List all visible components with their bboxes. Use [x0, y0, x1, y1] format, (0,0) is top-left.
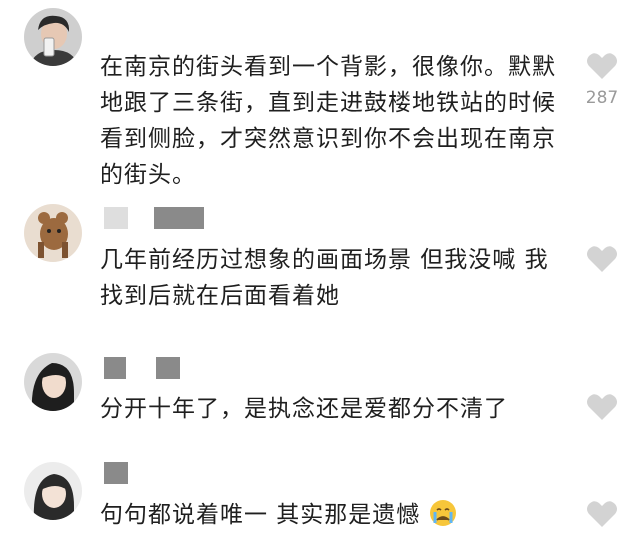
comment-text-content: 句句都说着唯一 其实那是遗憾 [100, 502, 421, 528]
heart-icon [587, 53, 617, 79]
avatar[interactable] [24, 204, 82, 262]
heart-icon [587, 501, 617, 527]
heart-icon [587, 394, 617, 420]
avatar[interactable] [24, 353, 82, 411]
avatar[interactable] [24, 8, 82, 66]
comment-text: 在南京的街头看到一个背影，很像你。默默地跟了三条街，直到走进鼓楼地铁站的时候看到… [100, 54, 556, 188]
comment-text: 句句都说着唯一 其实那是遗憾 [100, 497, 570, 533]
like-button[interactable]: 287 [582, 52, 622, 108]
like-button[interactable] [582, 245, 622, 273]
comment-text: 几年前经历过想象的画面场景 但我没喊 我找到后就在后面看着她 [100, 247, 549, 309]
like-button[interactable] [582, 393, 622, 421]
crying-face-icon [429, 500, 456, 526]
like-count: 287 [585, 88, 619, 108]
comment-text: 分开十年了，是执念还是爱都分不清了 [100, 396, 508, 422]
avatar[interactable] [24, 462, 82, 520]
like-button[interactable] [582, 500, 622, 528]
heart-icon [587, 246, 617, 272]
